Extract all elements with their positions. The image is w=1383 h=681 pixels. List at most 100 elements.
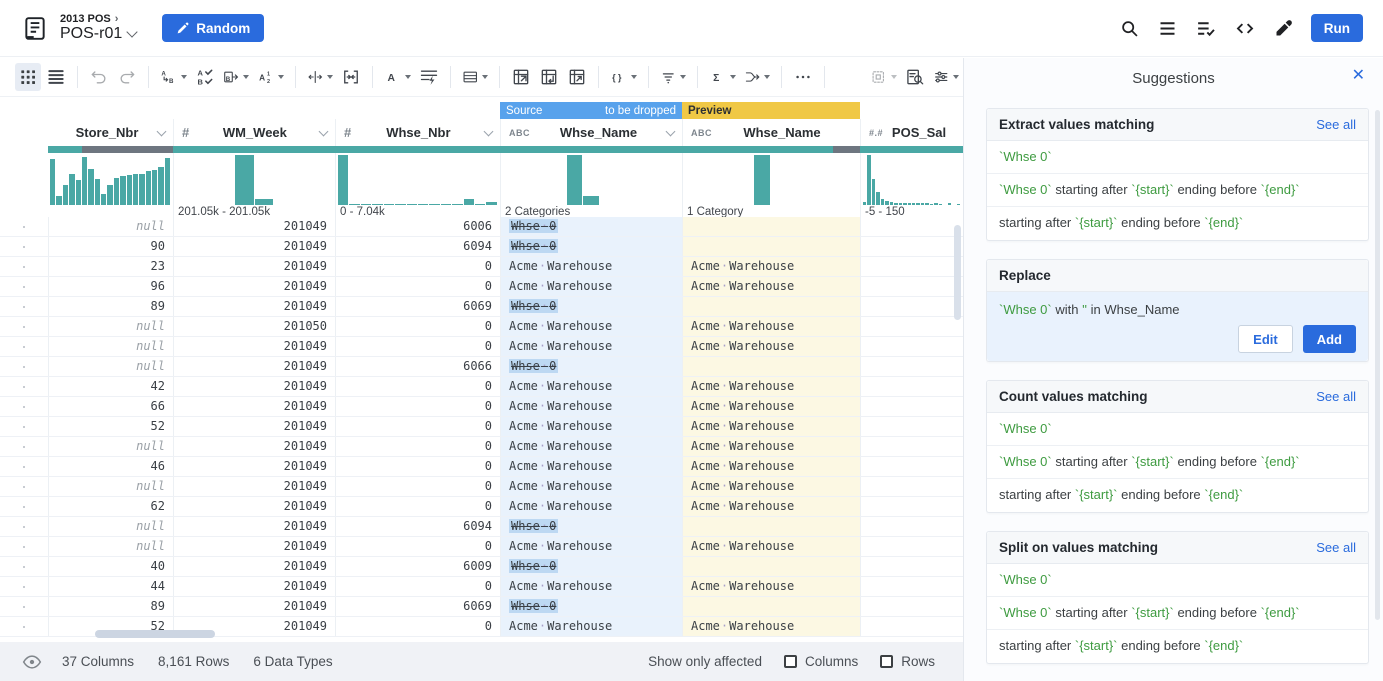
table-cell[interactable]: Acme·Warehouse: [500, 577, 682, 596]
table-cell[interactable]: 201049: [173, 597, 335, 616]
table-cell[interactable]: 0: [335, 537, 500, 556]
histogram-bar[interactable]: [76, 180, 81, 205]
table-cell[interactable]: 201049: [173, 377, 335, 396]
table-cell[interactable]: Whse·0: [500, 557, 682, 576]
histogram-bar[interactable]: [63, 185, 68, 205]
data-quality-bar[interactable]: [682, 146, 860, 153]
table-cell[interactable]: [860, 557, 963, 576]
histogram-bar[interactable]: [948, 203, 951, 205]
table-cell[interactable]: [682, 597, 860, 616]
table-cell[interactable]: [682, 517, 860, 536]
column-histogram[interactable]: [335, 153, 500, 205]
column-histogram[interactable]: [860, 153, 963, 205]
histogram-bar[interactable]: [912, 203, 915, 205]
table-cell[interactable]: [860, 417, 963, 436]
table-cell[interactable]: Acme·Warehouse: [500, 477, 682, 496]
histogram-bar[interactable]: [452, 204, 462, 205]
grid-view-icon[interactable]: [15, 63, 41, 91]
table-cell[interactable]: Acme·Warehouse: [500, 497, 682, 516]
vertical-scrollbar[interactable]: [954, 225, 961, 320]
table-cell[interactable]: Acme·Warehouse: [682, 397, 860, 416]
table-cell[interactable]: [860, 317, 963, 336]
histogram-bar[interactable]: [101, 194, 106, 205]
histogram-bar[interactable]: [881, 199, 884, 206]
suggestion-row[interactable]: `Whse 0`: [987, 141, 1368, 174]
table-cell[interactable]: 96: [48, 277, 173, 296]
table-cell[interactable]: 0: [335, 477, 500, 496]
table-cell[interactable]: 42: [48, 377, 173, 396]
row-marker[interactable]: [0, 557, 48, 576]
table-cell[interactable]: 201049: [173, 477, 335, 496]
table-cell[interactable]: [682, 557, 860, 576]
see-all-link[interactable]: See all: [1316, 540, 1356, 555]
table-cell[interactable]: 0: [335, 337, 500, 356]
table-cell[interactable]: 0: [335, 457, 500, 476]
histogram-bar[interactable]: [567, 155, 582, 205]
histogram-bar[interactable]: [407, 204, 417, 205]
row-marker[interactable]: [0, 237, 48, 256]
add-button[interactable]: Add: [1303, 325, 1356, 353]
histogram-bar[interactable]: [939, 204, 942, 205]
row-marker[interactable]: [0, 457, 48, 476]
table-cell[interactable]: [682, 357, 860, 376]
see-all-link[interactable]: See all: [1316, 117, 1356, 132]
histogram-bar[interactable]: [925, 203, 928, 205]
table-cell[interactable]: Acme·Warehouse: [500, 617, 682, 636]
breadcrumb[interactable]: 2013 POS ›: [60, 13, 136, 25]
table-cell[interactable]: null: [48, 437, 173, 456]
table-cell[interactable]: 0: [335, 417, 500, 436]
histogram-bar[interactable]: [872, 179, 875, 205]
table-cell[interactable]: [860, 517, 963, 536]
row-marker[interactable]: [0, 537, 48, 556]
join-icon[interactable]: [741, 63, 774, 91]
table-cell[interactable]: Acme·Warehouse: [682, 437, 860, 456]
table-cell[interactable]: 201049: [173, 337, 335, 356]
table-cell[interactable]: 201049: [173, 457, 335, 476]
histogram-bar[interactable]: [876, 192, 879, 205]
table-cell[interactable]: null: [48, 477, 173, 496]
table-cell[interactable]: 201049: [173, 537, 335, 556]
column-name-row[interactable]: ABCWhse_Name: [500, 119, 682, 146]
histogram-bar[interactable]: [903, 203, 906, 205]
table-cell[interactable]: [860, 217, 963, 236]
eyedropper-icon[interactable]: [1273, 18, 1294, 39]
histogram-bar[interactable]: [867, 155, 870, 205]
table-cell[interactable]: Acme·Warehouse: [682, 337, 860, 356]
split-icon[interactable]: [304, 63, 337, 91]
table-cell[interactable]: 201049: [173, 237, 335, 256]
table-cell[interactable]: Acme·Warehouse: [500, 257, 682, 276]
histogram-bar[interactable]: [69, 174, 74, 205]
params-icon[interactable]: [930, 63, 963, 91]
table-cell[interactable]: 62: [48, 497, 173, 516]
histogram-bar[interactable]: [56, 196, 61, 205]
histogram-bar[interactable]: [120, 176, 125, 205]
data-quality-bar[interactable]: [860, 146, 963, 153]
row-marker[interactable]: [0, 417, 48, 436]
row-marker[interactable]: [0, 377, 48, 396]
rows-checkbox[interactable]: [880, 655, 893, 668]
histogram-bar[interactable]: [934, 203, 937, 205]
histogram-bar[interactable]: [146, 171, 151, 205]
table-cell[interactable]: null: [48, 517, 173, 536]
row-marker[interactable]: [0, 317, 48, 336]
table-cell[interactable]: Whse·0: [500, 297, 682, 316]
find-icon[interactable]: [902, 63, 928, 91]
histogram-bar[interactable]: [475, 204, 485, 205]
table-cell[interactable]: 0: [335, 317, 500, 336]
table-cell[interactable]: [860, 357, 963, 376]
histogram-bar[interactable]: [930, 204, 933, 206]
steps-list-icon[interactable]: [1157, 18, 1178, 39]
table-cell[interactable]: [860, 437, 963, 456]
histogram-bar[interactable]: [384, 204, 394, 205]
histogram-bar[interactable]: [885, 201, 888, 206]
table-cell[interactable]: 6094: [335, 237, 500, 256]
table-cell[interactable]: Whse·0: [500, 217, 682, 236]
row-marker[interactable]: [0, 437, 48, 456]
column-name-row[interactable]: #Whse_Nbr: [335, 119, 500, 146]
column-menu-icon[interactable]: [484, 126, 494, 136]
close-icon[interactable]: ✕: [1352, 68, 1365, 84]
format-icon[interactable]: A: [381, 63, 414, 91]
column-name-row[interactable]: ABCWhse_Name: [682, 119, 860, 146]
row-marker[interactable]: [0, 617, 48, 636]
histogram-bar[interactable]: [361, 204, 371, 205]
